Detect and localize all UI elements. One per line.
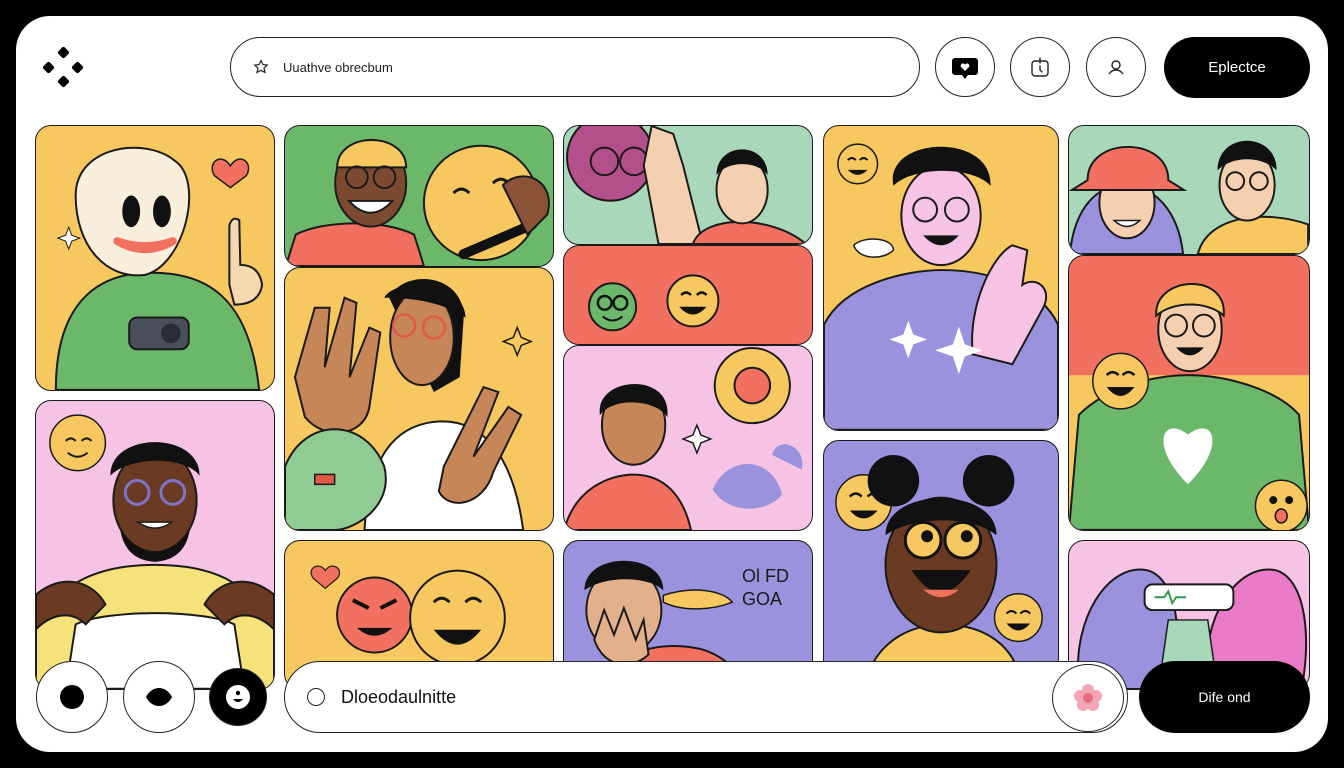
star-outline-icon xyxy=(253,59,269,74)
send-button[interactable]: Dife ond xyxy=(1139,661,1310,733)
primary-action-button[interactable]: Eplectce xyxy=(1164,37,1310,98)
flower-icon xyxy=(1074,684,1102,711)
app-logo-icon[interactable] xyxy=(42,46,84,88)
participant-tile[interactable] xyxy=(563,345,813,531)
participant-tile[interactable] xyxy=(1068,255,1310,531)
search-text: Uuathve obrecbum xyxy=(283,59,393,75)
participant-tile[interactable] xyxy=(284,267,554,531)
profile-button[interactable] xyxy=(1086,37,1146,97)
participant-tile[interactable] xyxy=(35,125,275,391)
eye-icon xyxy=(146,688,172,706)
participant-tile[interactable] xyxy=(563,245,813,345)
participant-illustration xyxy=(54,146,264,390)
participant-illustration xyxy=(588,274,720,332)
status-radio[interactable] xyxy=(307,688,325,706)
composer-text: Dloeodaulnitte xyxy=(341,686,457,707)
video-call-window: Uuathve obrecbum Eplectce Ol FD GOA Dloe… xyxy=(16,16,1328,752)
participant-illustration xyxy=(566,126,808,244)
reaction-button[interactable] xyxy=(209,668,267,726)
participant-tile[interactable] xyxy=(35,400,275,690)
participant-tile[interactable] xyxy=(1068,125,1310,255)
emoji-icon xyxy=(1092,352,1150,410)
message-composer[interactable]: Dloeodaulnitte xyxy=(284,661,1128,733)
heart-chat-icon xyxy=(952,58,978,79)
participant-illustration xyxy=(1069,283,1309,530)
emoji-icon xyxy=(49,414,107,472)
participant-illustration xyxy=(285,138,550,266)
heart-icon xyxy=(211,158,250,189)
emoji-icon xyxy=(666,274,720,328)
participant-tile[interactable] xyxy=(563,125,813,245)
search-bar[interactable]: Uuathve obrecbum xyxy=(230,37,920,97)
timer-box-icon xyxy=(1031,57,1049,77)
participant-tile[interactable] xyxy=(823,125,1059,431)
participant-illustration xyxy=(564,346,803,530)
record-icon xyxy=(60,685,84,709)
emoji-icon xyxy=(837,143,879,185)
sticker-button[interactable] xyxy=(1052,664,1124,732)
emoji-icon xyxy=(588,282,638,332)
view-button[interactable] xyxy=(123,661,195,733)
participant-illustration xyxy=(285,279,534,530)
emoji-icon xyxy=(336,576,414,654)
heart-icon xyxy=(310,565,341,590)
tile-caption: Ol FD GOA xyxy=(742,566,789,610)
participant-illustration xyxy=(824,143,1058,430)
participant-illustration xyxy=(835,454,1043,689)
participant-tile[interactable] xyxy=(284,125,554,267)
person-icon xyxy=(1108,60,1124,75)
timer-button[interactable] xyxy=(1010,37,1070,97)
emoji-icon xyxy=(993,593,1043,643)
face-icon xyxy=(226,685,250,709)
emoji-icon xyxy=(409,569,506,667)
participant-tile[interactable] xyxy=(823,440,1059,690)
participant-illustration xyxy=(1069,140,1309,254)
heart-chat-button[interactable] xyxy=(935,37,995,97)
participant-illustration xyxy=(36,414,274,689)
record-button[interactable] xyxy=(36,661,108,733)
